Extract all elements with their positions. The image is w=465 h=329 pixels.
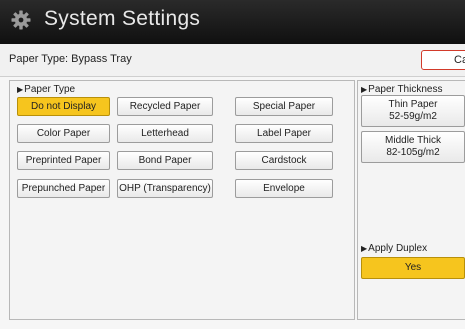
triangle-right-icon: ▶	[361, 85, 368, 94]
option-letterhead[interactable]: Letterhead	[117, 124, 213, 143]
option-label-paper[interactable]: Label Paper	[235, 124, 333, 143]
gear-icon	[11, 10, 31, 30]
option-cardstock[interactable]: Cardstock	[235, 151, 333, 170]
paper-thickness-label: ▶Paper Thickness	[361, 84, 443, 95]
apply-duplex-label: ▶Apply Duplex	[361, 243, 428, 254]
thickness-name: Middle Thick	[385, 135, 441, 146]
title-bar: System Settings	[0, 0, 465, 44]
option-prepunched-paper[interactable]: Prepunched Paper	[17, 179, 110, 198]
triangle-right-icon: ▶	[361, 244, 368, 253]
thickness-range: 82-105g/m2	[386, 147, 440, 158]
option-color-paper[interactable]: Color Paper	[17, 124, 110, 143]
apply-duplex-yes-button[interactable]: Yes	[361, 257, 465, 279]
paper-type-title: Paper Type: Bypass Tray	[9, 53, 132, 65]
thickness-range: 52-59g/m2	[389, 111, 437, 122]
cancel-button[interactable]: Cance	[421, 50, 465, 70]
paper-type-label: ▶Paper Type	[17, 84, 76, 95]
thickness-thin-paper[interactable]: Thin Paper 52-59g/m2	[361, 95, 465, 127]
info-bar: Paper Type: Bypass Tray	[0, 44, 465, 77]
triangle-right-icon: ▶	[17, 85, 24, 94]
option-envelope[interactable]: Envelope	[235, 179, 333, 198]
option-bond-paper[interactable]: Bond Paper	[117, 151, 213, 170]
paper-type-panel	[9, 80, 355, 320]
option-ohp-transparency[interactable]: OHP (Transparency)	[117, 179, 213, 198]
option-special-paper[interactable]: Special Paper	[235, 97, 333, 116]
thickness-middle-thick[interactable]: Middle Thick 82-105g/m2	[361, 131, 465, 163]
option-preprinted-paper[interactable]: Preprinted Paper	[17, 151, 110, 170]
option-do-not-display[interactable]: Do not Display	[17, 97, 110, 116]
option-recycled-paper[interactable]: Recycled Paper	[117, 97, 213, 116]
app-title: System Settings	[44, 7, 201, 30]
thickness-name: Thin Paper	[388, 99, 438, 110]
